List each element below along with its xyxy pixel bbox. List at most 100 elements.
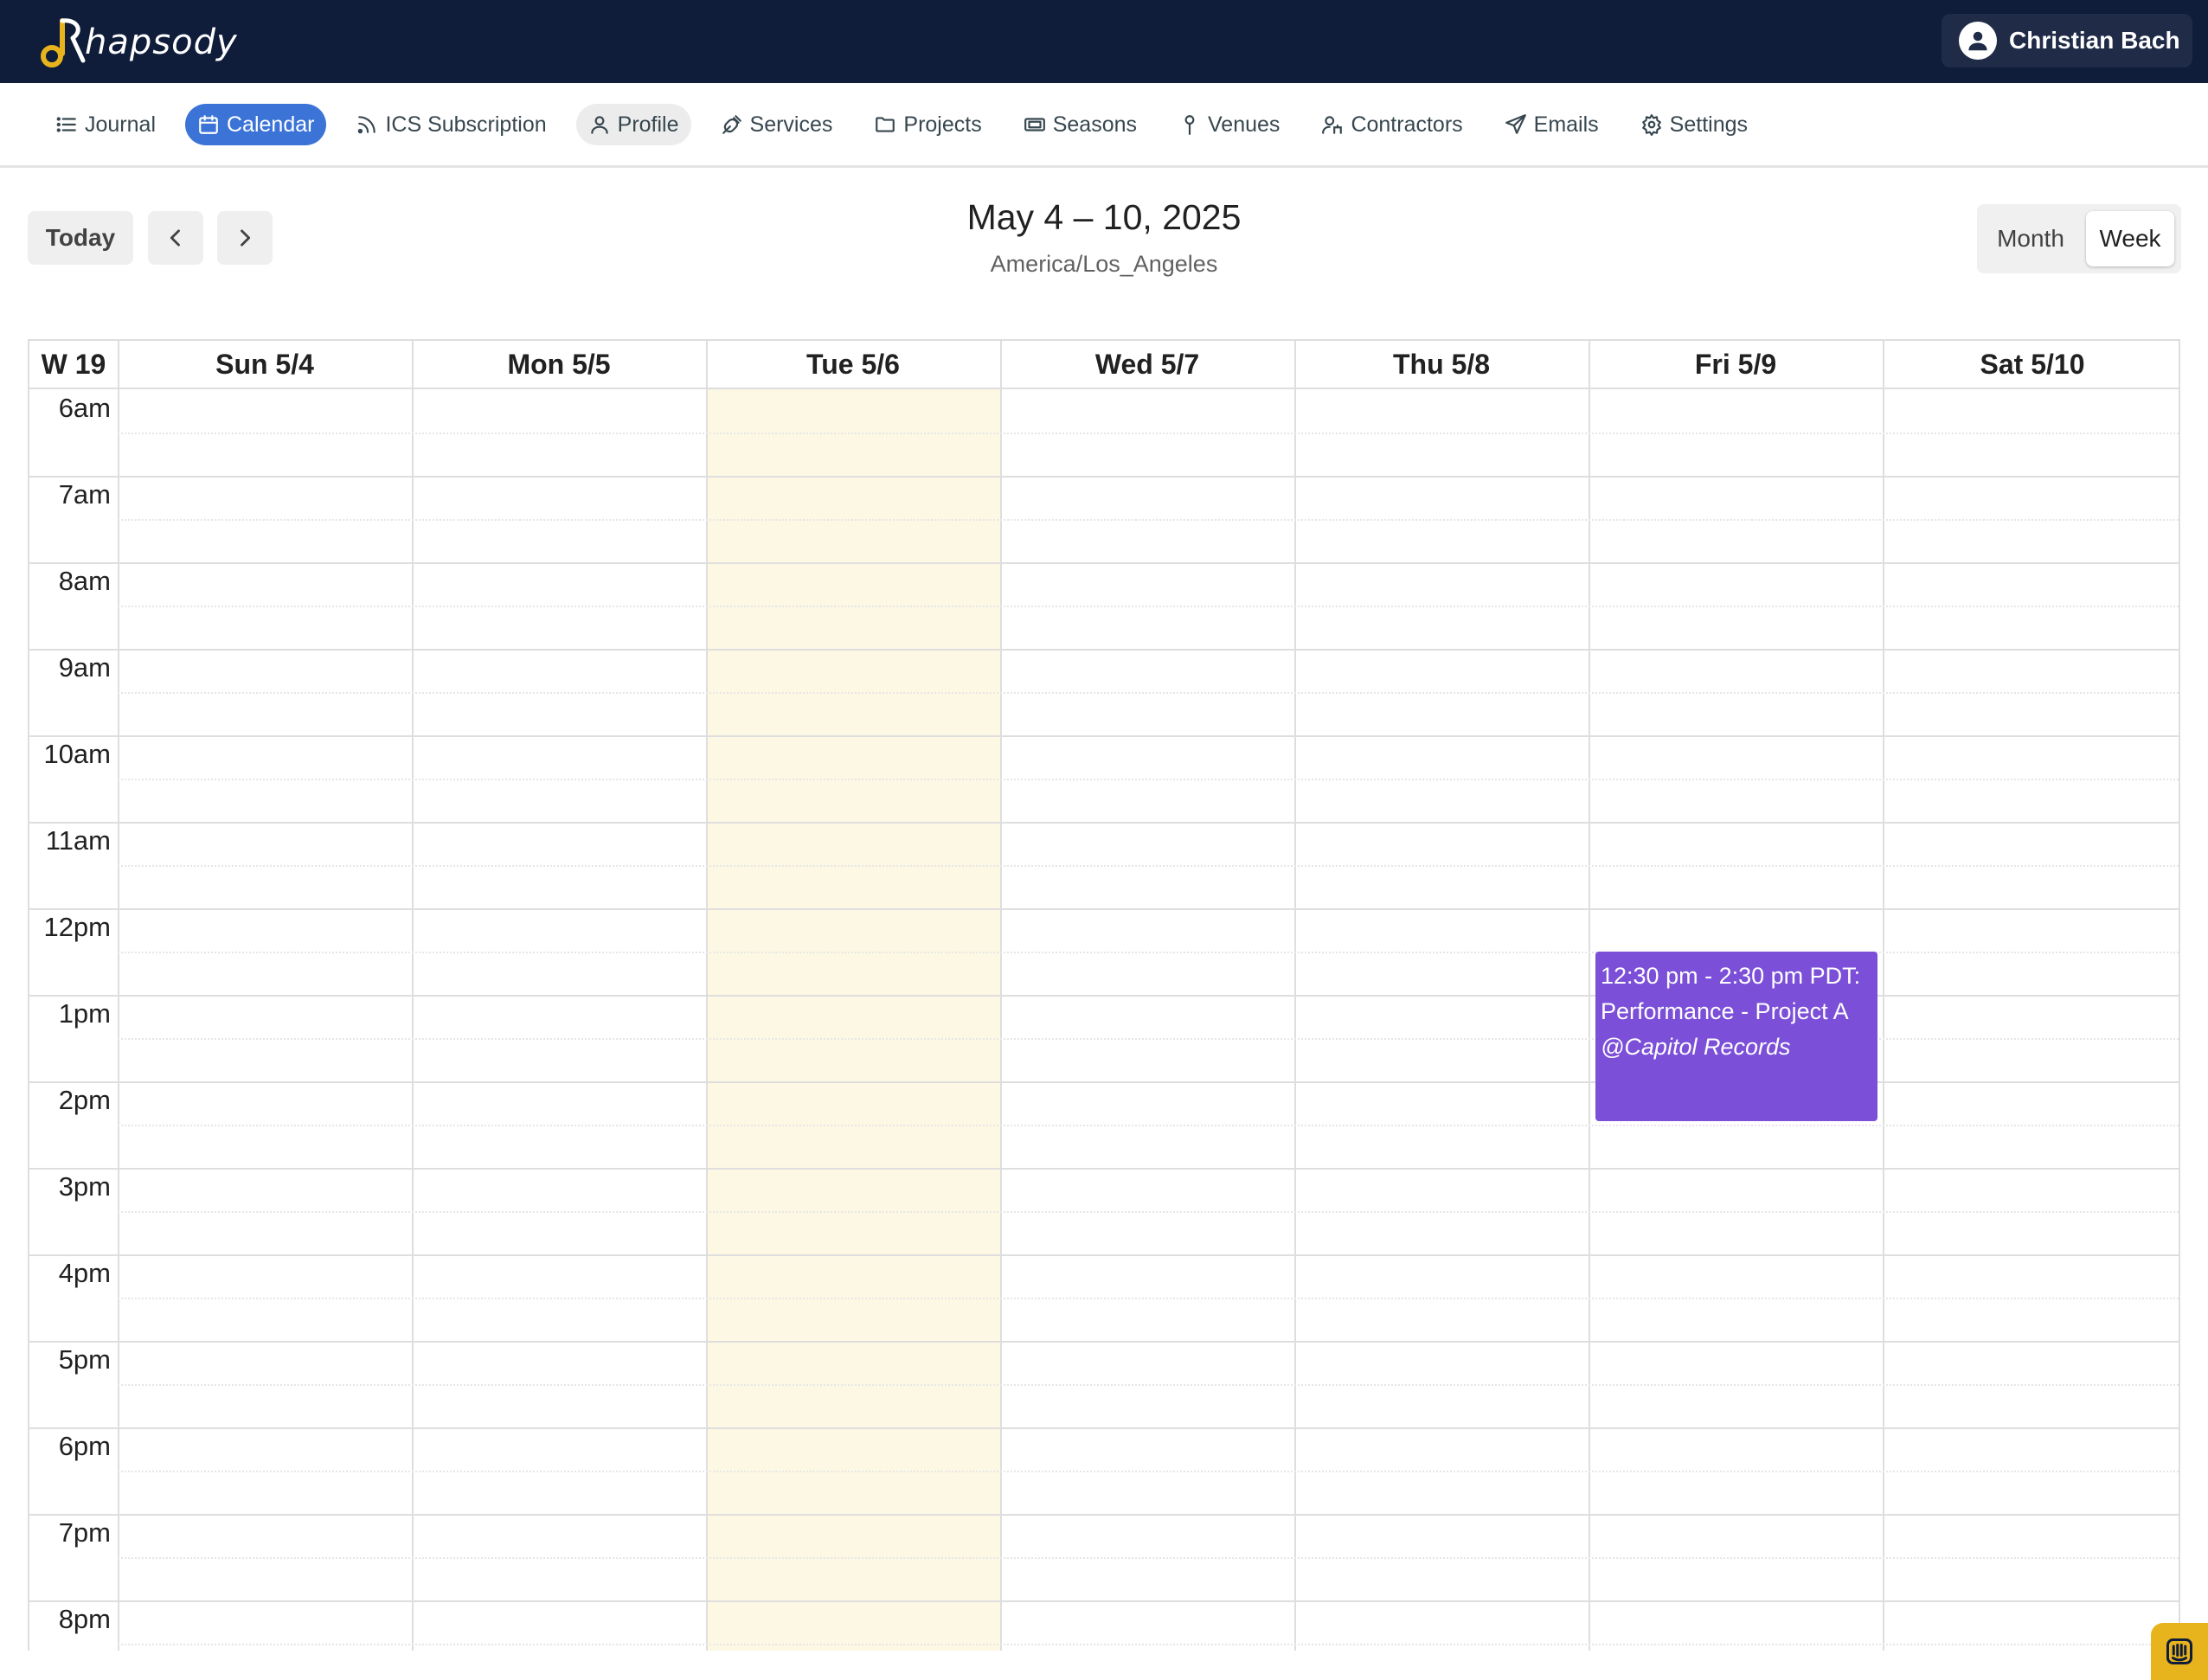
nav-item-seasons[interactable]: Seasons: [1011, 104, 1149, 145]
day-header[interactable]: Tue 5/6: [706, 339, 1000, 389]
hour-label: 1pm: [58, 998, 111, 1029]
hour-divider: [29, 1600, 2179, 1602]
nav-label: Venues: [1208, 112, 1281, 137]
chat-icon: [2166, 1638, 2192, 1664]
timezone-label: America/Los_Angeles: [990, 251, 1218, 277]
half-hour-divider: [118, 1211, 2179, 1213]
week-calendar-grid: W 19 Sun 5/4 Mon 5/5 Tue 5/6 Wed 5/7 Thu 5/8…: [28, 339, 2180, 1651]
nav-label: ICS Subscription: [385, 112, 547, 137]
day-header[interactable]: Sat 5/10: [1883, 339, 2179, 389]
half-hour-divider: [118, 1298, 2179, 1299]
half-hour-divider: [118, 433, 2179, 434]
half-hour-divider: [118, 1471, 2179, 1472]
hour-label: 6am: [58, 393, 111, 423]
event-title: Performance - Project A: [1601, 998, 1849, 1024]
hour-divider: [29, 1514, 2179, 1516]
half-hour-divider: [118, 1384, 2179, 1386]
day-header[interactable]: Fri 5/9: [1589, 339, 1883, 389]
half-hour-divider: [118, 1557, 2179, 1559]
nav-item-contractors[interactable]: Contractors: [1309, 104, 1474, 145]
rhapsody-logo-icon: [41, 18, 86, 67]
event-time: 12:30 pm - 2:30 pm PDT:: [1601, 963, 1861, 989]
hour-label: 8pm: [58, 1604, 111, 1634]
nav-item-venues[interactable]: Venues: [1166, 104, 1292, 145]
half-hour-divider: [118, 606, 2179, 607]
user-menu-button[interactable]: Christian Bach: [1942, 14, 2192, 67]
nav-item-journal[interactable]: Journal: [43, 104, 168, 145]
violin-icon: [722, 115, 741, 134]
nav-item-emails[interactable]: Emails: [1492, 104, 1611, 145]
view-toggle: Month Week: [1977, 204, 2181, 273]
hour-label: 4pm: [58, 1258, 111, 1288]
user-name: Christian Bach: [2009, 27, 2180, 54]
calendar-icon: [199, 115, 218, 134]
half-hour-divider: [118, 865, 2179, 867]
nav-item-settings[interactable]: Settings: [1628, 104, 1760, 145]
chat-widget-button[interactable]: [2151, 1623, 2208, 1680]
hour-label: 7pm: [58, 1517, 111, 1548]
day-header[interactable]: Thu 5/8: [1294, 339, 1589, 389]
half-hour-divider: [118, 519, 2179, 521]
nav-item-services[interactable]: Services: [709, 104, 845, 145]
hour-label: 10am: [43, 739, 111, 769]
brand-name: hapsody: [85, 22, 238, 62]
hour-divider: [29, 822, 2179, 824]
hour-divider: [29, 1427, 2179, 1429]
brand-logo[interactable]: hapsody: [35, 16, 238, 69]
month-view-button[interactable]: Month: [1982, 211, 2079, 266]
main-nav: Journal Calendar ICS Subscription Profil…: [0, 83, 2208, 168]
hour-divider: [29, 1341, 2179, 1343]
nav-label: Calendar: [227, 112, 315, 137]
hour-label: 3pm: [58, 1171, 111, 1202]
folder-icon: [876, 117, 895, 132]
hour-divider: [29, 649, 2179, 651]
nav-item-projects[interactable]: Projects: [862, 104, 993, 145]
nav-label: Emails: [1533, 112, 1599, 137]
map-pin-icon: [1184, 115, 1195, 135]
user-icon: [1959, 22, 1997, 60]
hour-label: 2pm: [58, 1085, 111, 1115]
week-number: W 19: [41, 348, 106, 380]
half-hour-divider: [118, 1644, 2179, 1645]
ticket-icon: [1024, 118, 1045, 131]
hour-divider: [29, 908, 2179, 910]
hour-label: 8am: [58, 566, 111, 596]
list-icon: [56, 117, 76, 132]
hour-label: 12pm: [43, 912, 111, 942]
nav-item-profile[interactable]: Profile: [575, 104, 691, 145]
half-hour-divider: [118, 692, 2179, 694]
today-column-highlight: [708, 389, 1000, 1651]
hour-divider: [29, 476, 2179, 478]
hour-divider: [29, 735, 2179, 737]
date-range-title: May 4 – 10, 2025: [966, 197, 1242, 237]
nav-item-ics-subscription[interactable]: ICS Subscription: [343, 104, 558, 145]
nav-label: Journal: [85, 112, 156, 137]
nav-label: Seasons: [1052, 112, 1138, 137]
gear-icon: [1641, 114, 1661, 136]
day-header[interactable]: Sun 5/4: [118, 339, 412, 389]
nav-label: Settings: [1669, 112, 1749, 137]
hour-label: 9am: [58, 652, 111, 683]
half-hour-divider: [118, 1125, 2179, 1126]
calendar-event[interactable]: 12:30 pm - 2:30 pm PDT: Performance - Pr…: [1595, 952, 1877, 1121]
hour-label: 6pm: [58, 1431, 111, 1461]
hour-label: 7am: [58, 479, 111, 510]
nav-label: Services: [749, 112, 833, 137]
top-bar: hapsody Christian Bach: [0, 0, 2208, 83]
hour-label: 11am: [45, 825, 111, 856]
rss-icon: [358, 116, 376, 134]
event-venue: @Capitol Records: [1601, 1034, 1791, 1060]
week-view-button[interactable]: Week: [2086, 211, 2174, 266]
hour-divider: [29, 1254, 2179, 1256]
nav-label: Projects: [903, 112, 982, 137]
user-outline-icon: [590, 116, 608, 134]
contractor-icon: [1322, 116, 1343, 134]
day-header[interactable]: Wed 5/7: [1000, 339, 1294, 389]
hour-label: 5pm: [58, 1344, 111, 1375]
send-icon: [1505, 114, 1526, 134]
nav-label: Contractors: [1351, 112, 1463, 137]
half-hour-divider: [118, 779, 2179, 780]
nav-item-calendar[interactable]: Calendar: [185, 104, 327, 145]
nav-label: Profile: [617, 112, 679, 137]
day-header[interactable]: Mon 5/5: [412, 339, 706, 389]
